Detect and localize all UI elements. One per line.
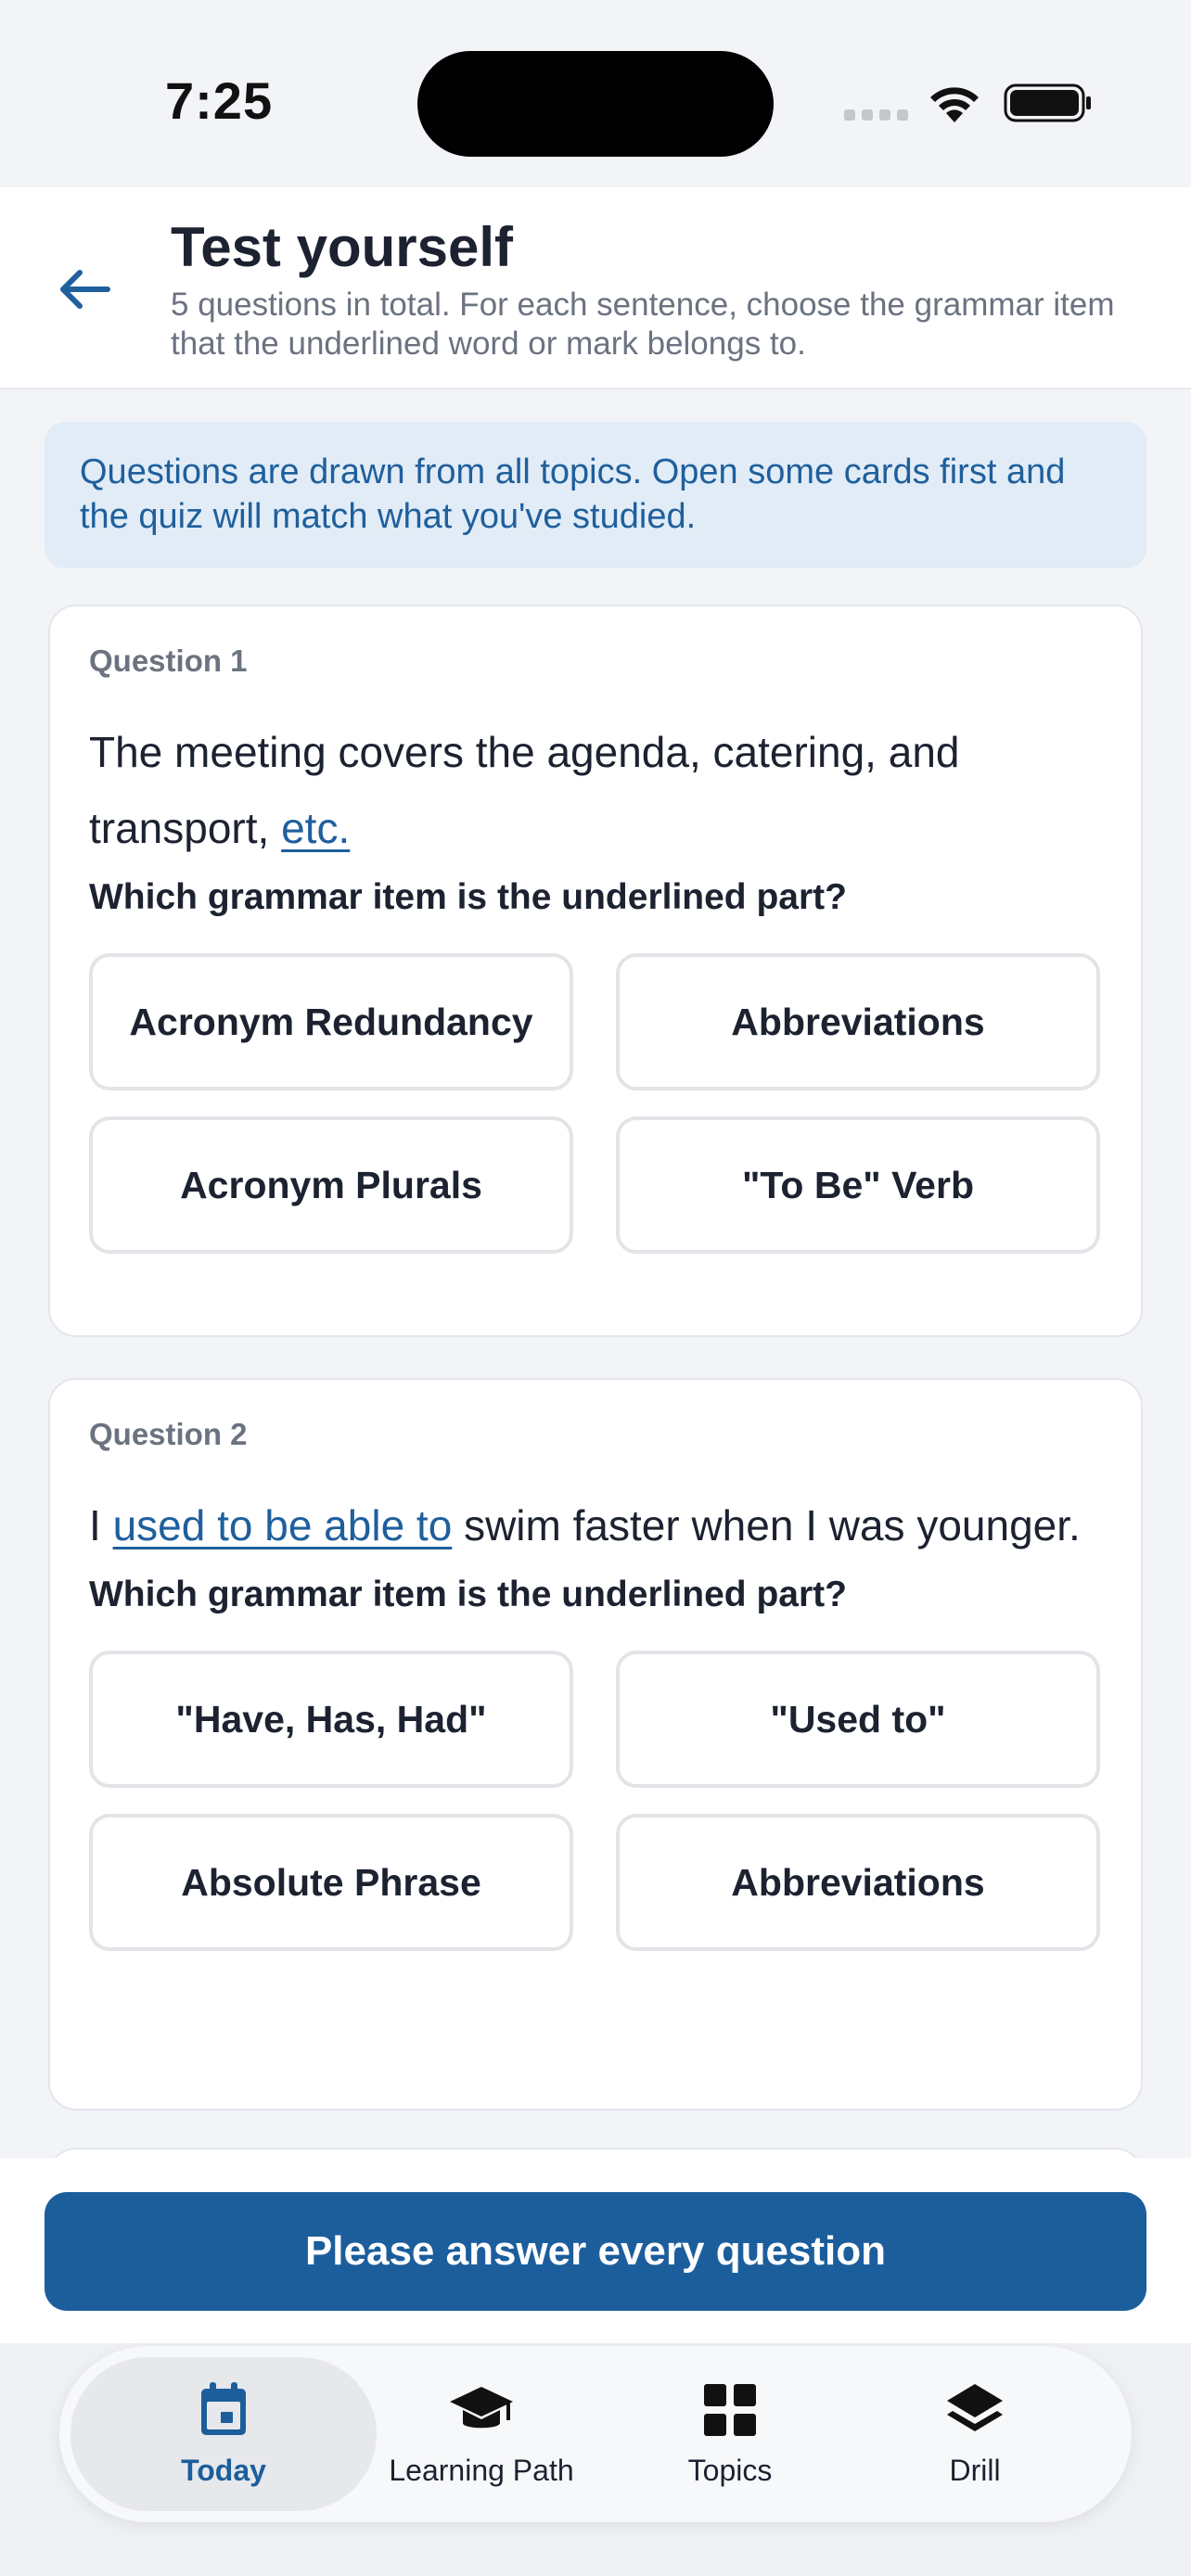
underlined-part: etc.	[281, 804, 351, 852]
question-number: Question 2	[89, 1417, 248, 1451]
sentence-text: The meeting covers the agenda, catering,…	[89, 728, 960, 852]
answer-option[interactable]: "Have, Has, Had"	[89, 1651, 573, 1788]
answer-option[interactable]: Acronym Redundancy	[89, 953, 573, 1090]
answer-option[interactable]: Absolute Phrase	[89, 1814, 573, 1951]
tab-today[interactable]: Today	[70, 2357, 377, 2511]
answer-option[interactable]: Abbreviations	[616, 953, 1100, 1090]
status-time: 7:25	[165, 71, 274, 130]
answer-option[interactable]: "To Be" Verb	[616, 1116, 1100, 1254]
tab-learning-path[interactable]: Learning Path	[338, 2357, 625, 2511]
question-card: Question 1 The meeting covers the agenda…	[48, 605, 1143, 1337]
back-button[interactable]	[48, 254, 119, 325]
question-sentence: The meeting covers the agenda, catering,…	[89, 714, 1102, 866]
cellular-signal-icon	[844, 109, 908, 121]
arrow-left-icon	[60, 270, 110, 309]
answer-options: Acronym Redundancy Abbreviations Acronym…	[89, 953, 1102, 1254]
submit-button[interactable]: Please answer every question	[45, 2192, 1146, 2311]
answer-option[interactable]: Acronym Plurals	[89, 1116, 573, 1254]
question-sentence: I used to be able to swim faster when I …	[89, 1487, 1102, 1563]
question-prompt: Which grammar item is the underlined par…	[89, 1575, 847, 1614]
page-subtitle: 5 questions in total. For each sentence,…	[171, 287, 1115, 362]
tab-label: Topics	[687, 2453, 773, 2487]
graduation-cap-icon	[450, 2386, 513, 2428]
tab-label: Today	[181, 2453, 266, 2487]
calendar-icon	[201, 2381, 246, 2435]
sentence-text: swim faster when I was younger.	[452, 1501, 1081, 1549]
wifi-icon	[930, 87, 979, 122]
tab-drill[interactable]: Drill	[831, 2357, 1119, 2511]
header: Test yourself 5 questions in total. For …	[0, 187, 1191, 389]
tab-label: Learning Path	[389, 2453, 574, 2487]
question-number: Question 1	[89, 644, 248, 678]
question-prompt: Which grammar item is the underlined par…	[89, 877, 847, 917]
sentence-text: I	[89, 1501, 113, 1549]
footer: Please answer every question	[0, 2158, 1191, 2343]
answer-option[interactable]: "Used to"	[616, 1651, 1100, 1788]
page-title: Test yourself	[171, 216, 513, 278]
info-banner: Questions are drawn from all topics. Ope…	[45, 422, 1146, 568]
dynamic-island	[417, 51, 774, 157]
answer-options: "Have, Has, Had" "Used to" Absolute Phra…	[89, 1651, 1102, 1951]
grid-icon	[704, 2383, 756, 2436]
battery-icon	[1004, 83, 1091, 122]
underlined-part: used to be able to	[112, 1501, 453, 1549]
tab-bar: Today Learning Path Topics Drill	[59, 2346, 1132, 2522]
layers-icon	[947, 2383, 1003, 2431]
answer-option[interactable]: Abbreviations	[616, 1814, 1100, 1951]
tab-label: Drill	[949, 2453, 1001, 2487]
status-bar: 7:25	[0, 0, 1191, 187]
question-card: Question 2 I used to be able to swim fas…	[48, 1378, 1143, 2111]
